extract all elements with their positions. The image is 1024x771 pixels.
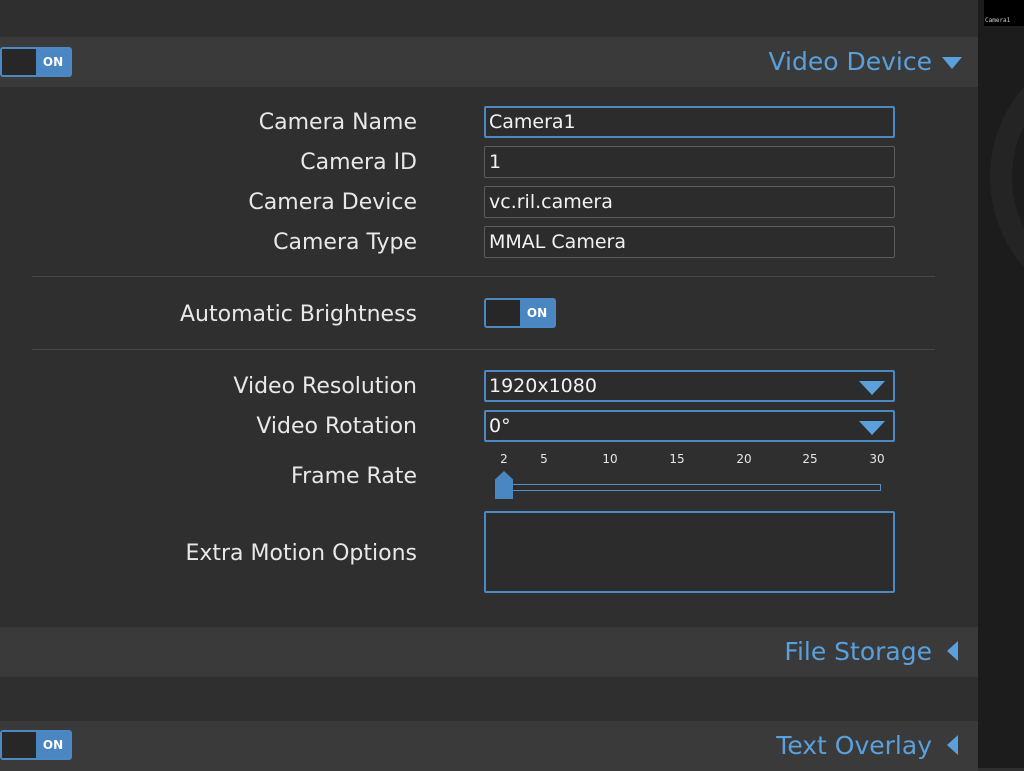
- tick-label: 10: [602, 452, 618, 466]
- section-header-video-device[interactable]: ON Video Device: [0, 37, 978, 87]
- frame-rate-ticks: 2 5 10 15 20 25 30: [484, 452, 894, 468]
- video-rotation-label: Video Rotation: [256, 414, 417, 439]
- auto-brightness-label: Automatic Brightness: [179, 302, 417, 327]
- camera-thumbnail[interactable]: Camera1: [984, 0, 1024, 26]
- settings-panel: ON Video Device Camera Name Camera1 Came…: [0, 0, 978, 771]
- camera-id-label: Camera ID: [300, 150, 417, 175]
- toggle-on-label: ON: [520, 300, 554, 326]
- video-resolution-select[interactable]: 1920x1080: [484, 370, 895, 402]
- toggle-on-label: ON: [36, 49, 70, 75]
- video-device-toggle[interactable]: ON: [0, 47, 72, 77]
- caret-down-icon: [942, 57, 962, 69]
- camera-name-input[interactable]: Camera1: [484, 106, 895, 138]
- preview-background-ring: [990, 40, 1024, 314]
- toggle-knob: [2, 732, 38, 758]
- toggle-knob: [486, 300, 522, 326]
- divider: [32, 276, 935, 277]
- extra-motion-options-textarea[interactable]: [484, 511, 895, 593]
- divider: [32, 349, 935, 350]
- tick-label: 25: [802, 452, 818, 466]
- camera-type-label: Camera Type: [273, 230, 417, 255]
- auto-brightness-toggle[interactable]: ON: [484, 298, 556, 328]
- section-header-text-overlay[interactable]: ON Text Overlay: [0, 721, 978, 771]
- camera-id-input[interactable]: 1: [484, 146, 895, 178]
- extra-motion-options-label: Extra Motion Options: [185, 541, 417, 566]
- frame-rate-slider-handle[interactable]: [495, 471, 513, 499]
- tick-label: 30: [869, 452, 885, 466]
- camera-type-input[interactable]: MMAL Camera: [484, 226, 895, 258]
- section-title-video-device: Video Device: [768, 47, 933, 76]
- section-title-file-storage: File Storage: [784, 637, 932, 666]
- frame-rate-label: Frame Rate: [291, 464, 417, 489]
- caret-left-icon: [947, 641, 958, 661]
- tick-label: 2: [500, 452, 508, 466]
- toggle-on-label: ON: [36, 732, 70, 758]
- camera-device-label: Camera Device: [248, 190, 417, 215]
- dropdown-arrow-icon: [859, 381, 885, 395]
- camera-preview-sidebar: Camera1: [978, 0, 1024, 768]
- camera-name-label: Camera Name: [258, 110, 417, 135]
- video-rotation-select[interactable]: 0°: [484, 410, 895, 442]
- caret-left-icon: [947, 735, 958, 755]
- tick-label: 15: [669, 452, 685, 466]
- toggle-knob: [2, 49, 38, 75]
- text-overlay-toggle[interactable]: ON: [0, 730, 72, 760]
- camera-thumbnail-label: Camera1: [985, 17, 1011, 24]
- video-rotation-value: 0°: [489, 415, 511, 437]
- tick-label: 5: [540, 452, 548, 466]
- frame-rate-slider-track[interactable]: [496, 484, 881, 491]
- section-header-file-storage[interactable]: File Storage: [0, 627, 978, 677]
- camera-device-input[interactable]: vc.ril.camera: [484, 186, 895, 218]
- tick-label: 20: [736, 452, 752, 466]
- dropdown-arrow-icon: [859, 421, 885, 435]
- video-resolution-label: Video Resolution: [233, 374, 417, 399]
- section-title-text-overlay: Text Overlay: [776, 731, 932, 760]
- video-resolution-value: 1920x1080: [489, 375, 597, 397]
